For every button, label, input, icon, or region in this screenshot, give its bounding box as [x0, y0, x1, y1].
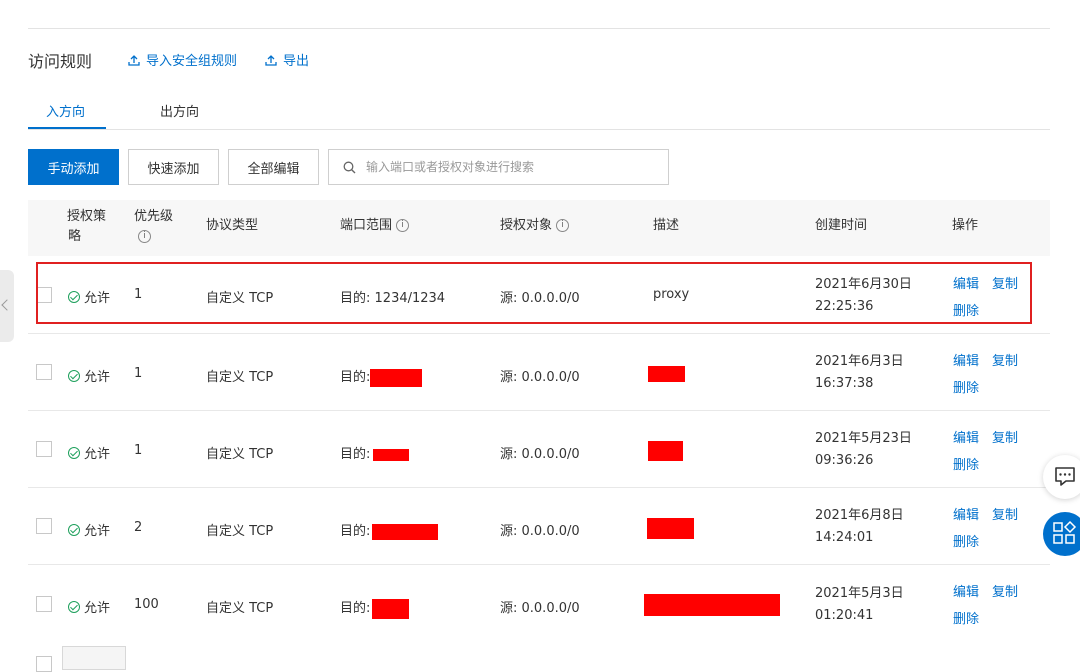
edit-link[interactable]: 编辑 [953, 350, 979, 369]
policy-cell: 允许 [68, 366, 110, 385]
delete-link[interactable]: 删除 [953, 377, 979, 396]
policy-cell: 允许 [68, 520, 110, 539]
quick-add-button[interactable]: 快速添加 [128, 149, 219, 185]
created-cell: 2021年6月8日 14:24:01 [815, 508, 904, 545]
protocol-cell: 自定义 TCP [206, 447, 274, 462]
redaction-block [373, 448, 410, 461]
info-icon[interactable]: i [138, 230, 151, 243]
column-header-description: 描述 [653, 218, 680, 233]
source-cell: 源: 0.0.0.0/0 [500, 524, 580, 539]
source-cell: 源: 0.0.0.0/0 [500, 447, 580, 462]
edit-link[interactable]: 编辑 [953, 581, 979, 600]
redaction-block [644, 594, 780, 616]
check-circle-icon [68, 369, 80, 382]
created-cell: 2021年5月3日 01:20:41 [815, 586, 904, 623]
export-link[interactable]: 导出 [265, 50, 309, 69]
info-icon[interactable]: i [396, 219, 410, 232]
column-header-priority: 优先级 i [134, 209, 174, 243]
row-checkbox[interactable] [36, 441, 52, 457]
protocol-cell: 自定义 TCP [206, 370, 274, 385]
copy-link[interactable]: 复制 [992, 504, 1018, 523]
port-cell: 目的: [340, 443, 410, 462]
check-circle-icon [68, 600, 80, 613]
delete-link[interactable]: 删除 [953, 608, 979, 627]
check-circle-icon [68, 446, 80, 459]
select-all-checkbox[interactable] [36, 656, 52, 672]
row-checkbox[interactable] [36, 364, 52, 380]
table-row: 允许 100 自定义 TCP 目的: 源: 0.0.0.0/0 2021年5月3… [28, 565, 1050, 642]
tab-outbound[interactable]: 出方向 [160, 101, 199, 120]
column-header-actions: 操作 [952, 218, 979, 233]
edit-link[interactable]: 编辑 [953, 504, 979, 523]
upload-icon [128, 54, 140, 66]
port-cell: 目的: [340, 366, 423, 387]
policy-cell: 允许 [68, 443, 110, 462]
upload-icon [265, 54, 277, 66]
port-cell: 目的: [340, 597, 410, 619]
apps-button[interactable] [1043, 512, 1080, 556]
redaction-block [370, 368, 423, 387]
redaction-block [648, 366, 685, 382]
apps-icon [1053, 520, 1077, 544]
chat-button[interactable] [1043, 455, 1080, 499]
highlight-box [36, 262, 1032, 324]
priority-cell: 1 [134, 366, 143, 381]
port-cell: 目的: [340, 520, 439, 540]
table-row: 允许 1 自定义 TCP 目的: 源: 0.0.0.0/0 2021年5月23日… [28, 411, 1050, 488]
protocol-cell: 自定义 TCP [206, 524, 274, 539]
table-row: 允许 1 自定义 TCP 目的: 源: 0.0.0.0/0 2021年6月3日 1… [28, 334, 1050, 411]
page-title: 访问规则 [28, 52, 93, 71]
info-icon[interactable]: i [556, 219, 570, 232]
column-header-protocol: 协议类型 [206, 218, 259, 233]
redaction-block [372, 523, 439, 540]
copy-link[interactable]: 复制 [992, 581, 1018, 600]
copy-link[interactable]: 复制 [992, 350, 1018, 369]
column-header-port-range: 端口范围 i [340, 216, 410, 236]
redaction-block [648, 441, 683, 461]
check-circle-icon [68, 523, 80, 536]
protocol-cell: 自定义 TCP [206, 601, 274, 616]
policy-cell: 允许 [68, 597, 110, 616]
column-header-created: 创建时间 [815, 218, 868, 233]
created-cell: 2021年5月23日 09:36:26 [815, 431, 912, 468]
chat-icon [1055, 467, 1075, 486]
priority-cell: 1 [134, 443, 143, 458]
bulk-delete-button[interactable] [62, 646, 126, 670]
edit-link[interactable]: 编辑 [953, 427, 979, 446]
column-header-policy: 授权策 略 [67, 209, 107, 244]
top-divider [28, 28, 1050, 29]
delete-link[interactable]: 删除 [953, 531, 979, 550]
table-row: 允许 2 自定义 TCP 目的: 源: 0.0.0.0/0 2021年6月8日 1… [28, 488, 1050, 565]
created-cell: 2021年6月3日 16:37:38 [815, 354, 904, 391]
import-rules-link[interactable]: 导入安全组规则 [128, 50, 237, 69]
row-checkbox[interactable] [36, 596, 52, 612]
tab-divider [28, 129, 1050, 130]
row-checkbox[interactable] [36, 518, 52, 534]
priority-cell: 100 [134, 597, 159, 612]
sidebar-collapse-toggle[interactable] [0, 270, 14, 342]
search-input[interactable] [366, 160, 646, 174]
source-cell: 源: 0.0.0.0/0 [500, 370, 580, 385]
redaction-block [372, 598, 410, 619]
search-icon [343, 161, 356, 173]
tab-inbound[interactable]: 入方向 [46, 101, 85, 120]
source-cell: 源: 0.0.0.0/0 [500, 601, 580, 616]
column-header-auth-object: 授权对象 i [500, 216, 570, 236]
copy-link[interactable]: 复制 [992, 427, 1018, 446]
manual-add-button[interactable]: 手动添加 [28, 149, 119, 185]
delete-link[interactable]: 删除 [953, 454, 979, 473]
import-rules-label: 导入安全组规则 [146, 54, 238, 69]
priority-cell: 2 [134, 520, 143, 535]
export-label: 导出 [283, 54, 310, 69]
search-box [328, 149, 669, 185]
edit-all-button[interactable]: 全部编辑 [228, 149, 319, 185]
redaction-block [647, 518, 694, 539]
